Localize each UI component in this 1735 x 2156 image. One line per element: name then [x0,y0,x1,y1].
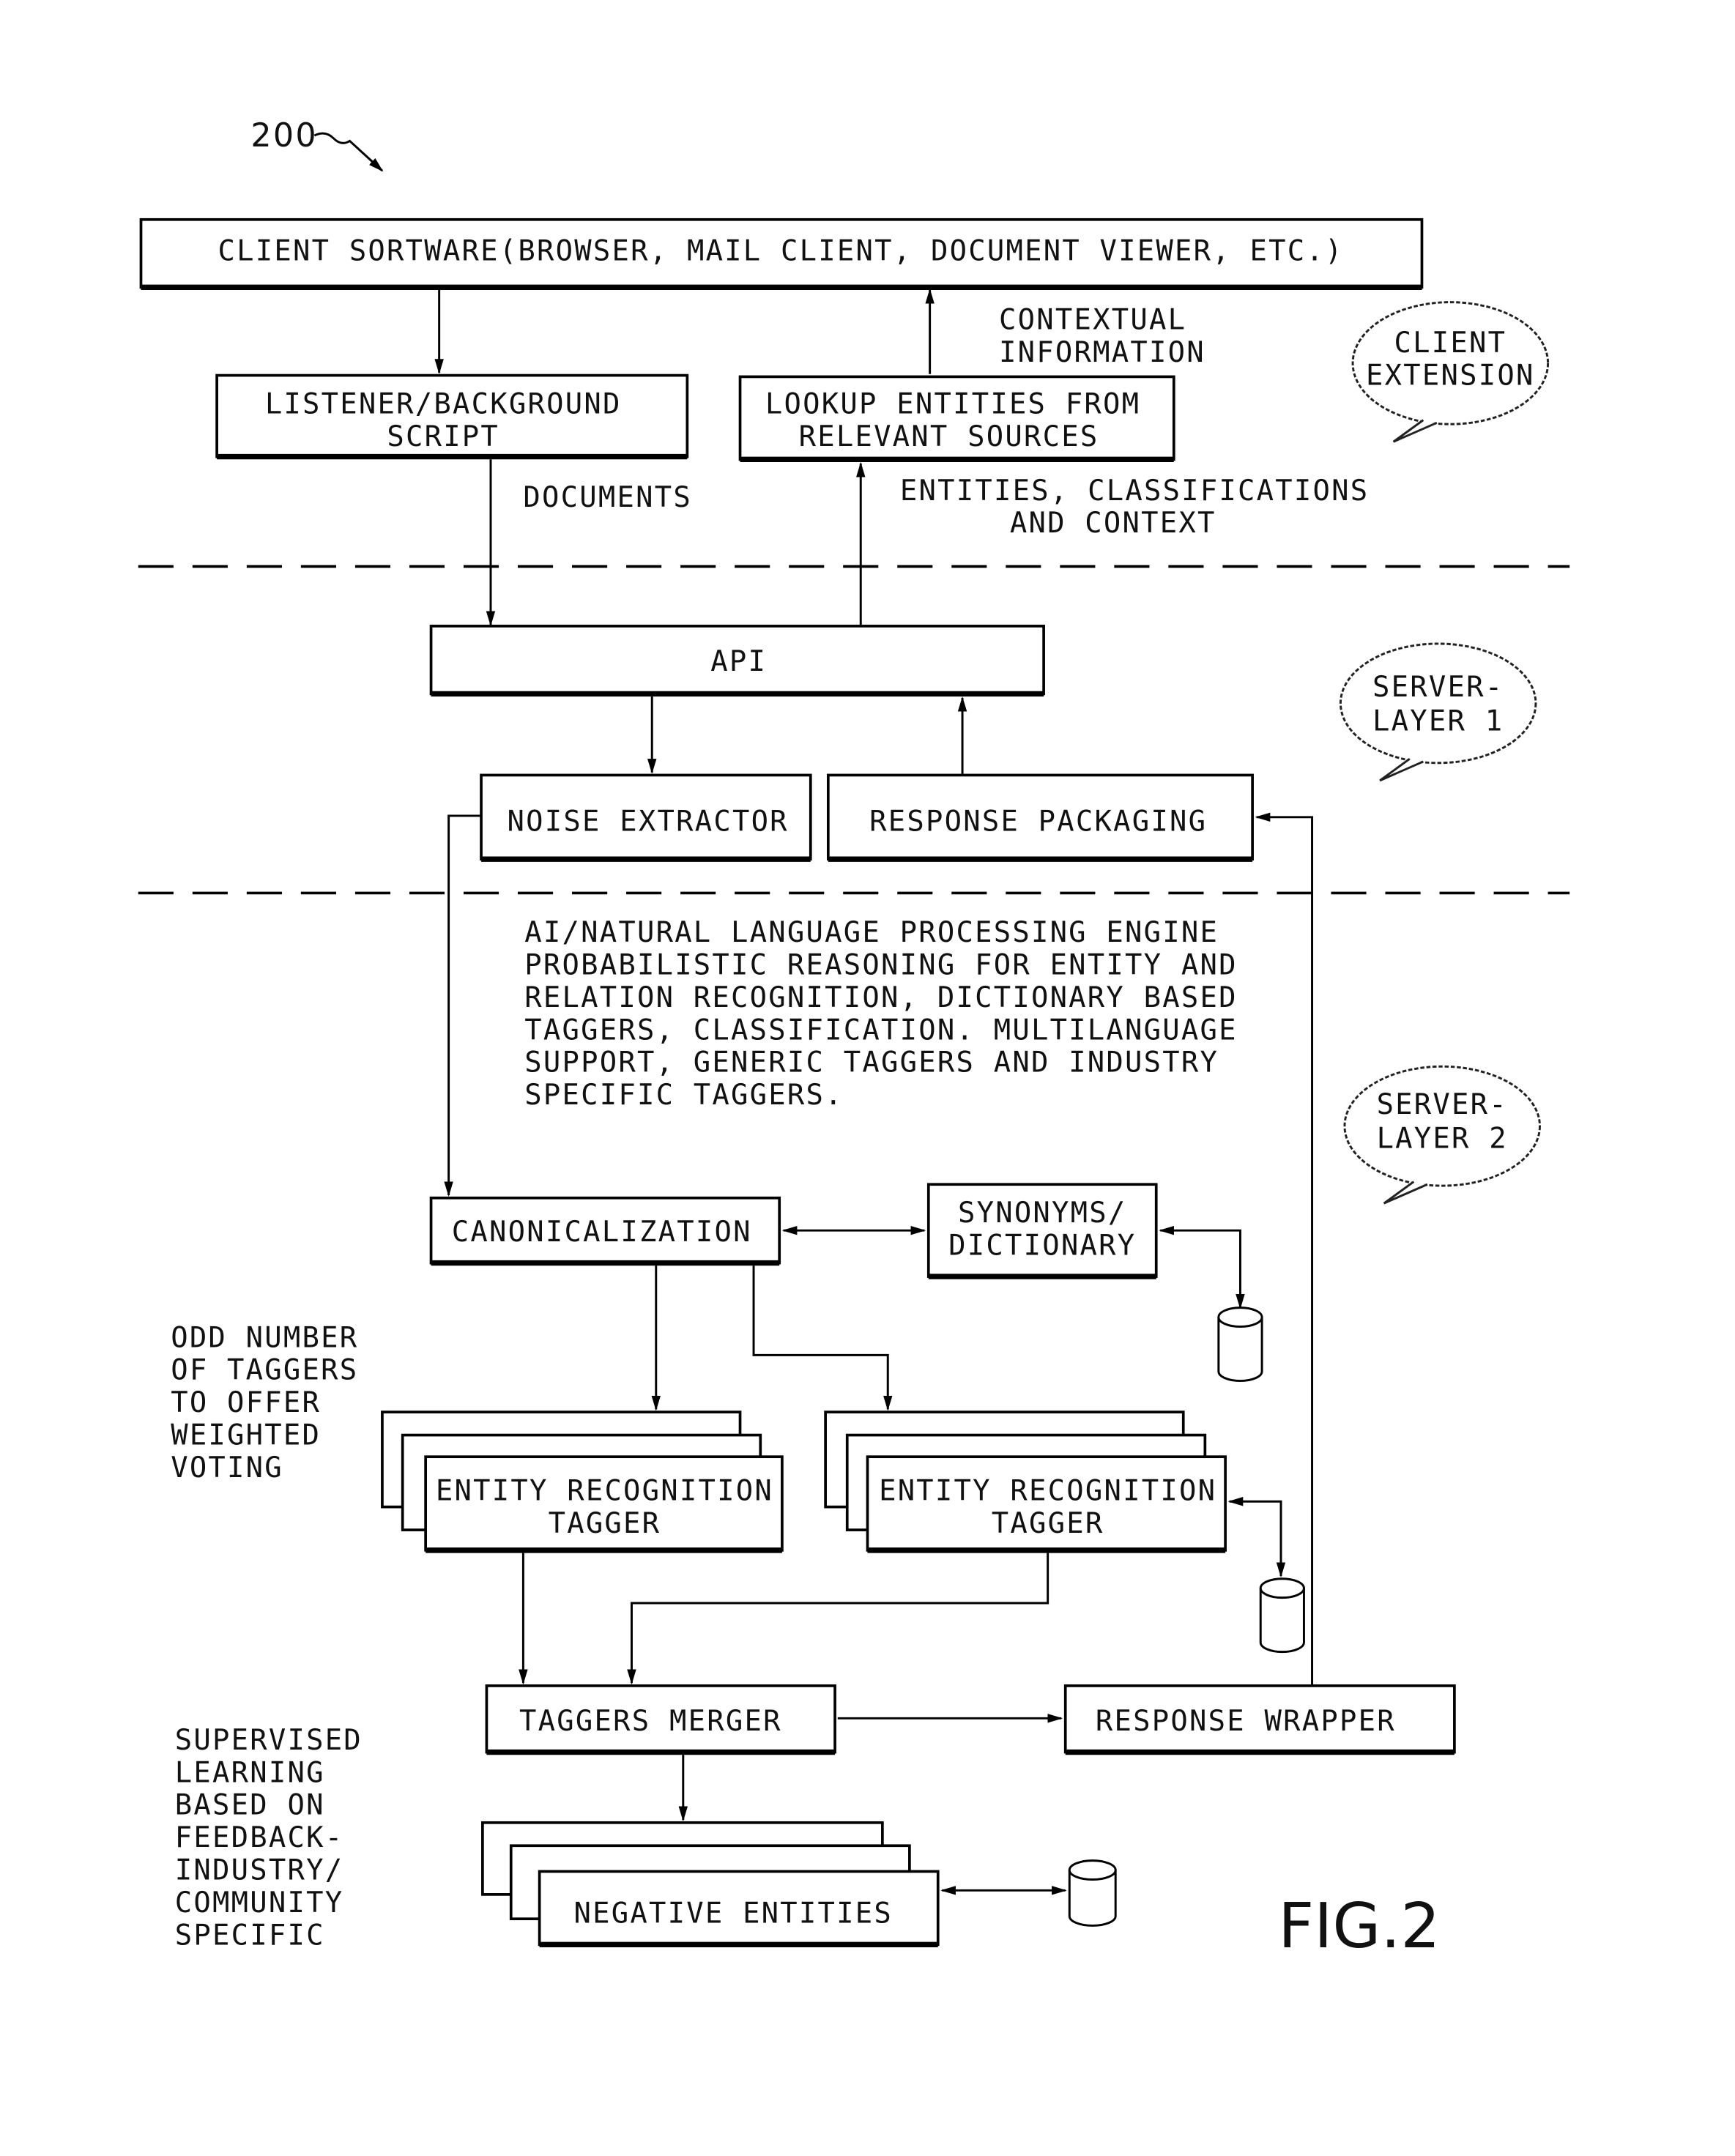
svg-text:LAYER 2: LAYER 2 [1377,1122,1508,1155]
negative-entities-stack[interactable]: NEGATIVE ENTITIES [481,1821,940,1948]
client-software-box[interactable]: CLIENT SORTWARE(BROWSER, MAIL CLIENT, DO… [139,218,1424,290]
supervised-learning-annotation: SUPERVISED LEARNING BASED ON FEEDBACK- I… [175,1724,363,1952]
database-icon [1259,1577,1305,1654]
svg-text:SUPPORT, GENERIC TAGGERS AN: SUPPORT, GENERIC TAGGERS AND INDUSTRY [524,1047,1219,1079]
svg-text:API: API [710,645,767,678]
synonyms-dictionary-box[interactable]: SYNONYMS/ DICTIONARY [926,1183,1158,1279]
svg-text:SERVER-: SERVER- [1377,1088,1508,1121]
arrow-noise-to-canonicalization [444,814,482,1197]
svg-text:TO OFFER: TO OFFER [171,1386,321,1419]
svg-text:INDUSTRY/: INDUSTRY/ [175,1854,344,1887]
svg-text:OF TAGGERS: OF TAGGERS [171,1354,358,1387]
svg-text:RELATION RECOGNITION, DICTIO: RELATION RECOGNITION, DICTIONARY BASED [524,981,1238,1014]
lookup-entities-box[interactable]: LOOKUP ENTITIES FROM RELEVANT SOURCES [738,375,1175,462]
svg-text:TAGGERS, CLASSIFICATION. MUL: TAGGERS, CLASSIFICATION. MULTILANGUAGE [524,1014,1238,1047]
odd-number-taggers-annotation: ODD NUMBER OF TAGGERS TO OFFER WEIGHTED … [171,1321,358,1484]
arrow-tagger-database [1227,1497,1286,1578]
database-icon [1217,1306,1263,1383]
arrow-wrapper-to-packaging [1255,812,1314,1686]
response-wrapper-box[interactable]: RESPONSE WRAPPER [1063,1684,1456,1755]
svg-text:LEARNING: LEARNING [175,1756,325,1789]
arrow-right-taggers-to-merger [627,1553,1049,1685]
svg-text:COMMUNITY: COMMUNITY [175,1886,344,1919]
svg-text:FEEDBACK-: FEEDBACK- [175,1821,344,1854]
svg-text:EXTENSION: EXTENSION [1366,360,1535,393]
svg-text:BASED ON: BASED ON [175,1789,325,1822]
svg-text:CANONICALIZATION: CANONICALIZATION [452,1216,752,1249]
svg-text:INFORMATION: INFORMATION [999,336,1205,369]
svg-text:SUPERVISED: SUPERVISED [175,1724,363,1757]
svg-text:RESPONSE WRAPPER: RESPONSE WRAPPER [1096,1705,1396,1738]
svg-text:TAGGER: TAGGER [992,1507,1104,1540]
reference-numeral: 200 [250,117,384,172]
svg-text:RELEVANT SOURCES: RELEVANT SOURCES [799,420,1099,453]
svg-text:TAGGER: TAGGER [549,1507,661,1540]
svg-text:PROBABILISTIC REASONING FOR: PROBABILISTIC REASONING FOR ENTITY AND [524,948,1238,981]
database-icon [1068,1859,1117,1927]
system-architecture-diagram: 200 CLIENT EXTENSION SERVER- LAYER 1 SER… [138,117,1570,1963]
svg-text:DICTIONARY: DICTIONARY [948,1229,1136,1262]
entity-recognition-tagger-stack-left[interactable]: ENTITY RECOGNITION TAGGER [381,1410,784,1553]
server-layer-2-bubble: SERVER- LAYER 2 [1343,1065,1541,1205]
svg-text:NOISE EXTRACTOR: NOISE EXTRACTOR [508,805,789,838]
svg-text:SPECIFIC TAGGERS.: SPECIFIC TAGGERS. [524,1079,844,1112]
svg-text:TAGGERS MERGER: TAGGERS MERGER [519,1705,782,1738]
svg-text:SCRIPT: SCRIPT [387,420,499,453]
svg-text:LISTENER/BACKGROUND: LISTENER/BACKGROUND [265,387,622,420]
svg-text:ENTITIES, CLASSIFICATIONS: ENTITIES, CLASSIFICATIONS [900,475,1369,508]
api-box[interactable]: API [429,625,1045,697]
svg-text:NEGATIVE ENTITIES: NEGATIVE ENTITIES [574,1897,893,1930]
documents-label: DOCUMENTS [523,481,692,514]
taggers-merger-box[interactable]: TAGGERS MERGER [485,1684,836,1755]
svg-text:200: 200 [250,117,317,155]
svg-text:ENTITY RECOGNITION: ENTITY RECOGNITION [879,1474,1216,1507]
arrow-synonyms-database [1159,1225,1245,1309]
figure-label: FIG.2 [1278,1890,1440,1963]
reference-arrow-icon [313,132,384,172]
svg-text:RESPONSE PACKAGING: RESPONSE PACKAGING [869,805,1207,838]
svg-text:SPECIFIC: SPECIFIC [175,1919,325,1952]
listener-background-script-box[interactable]: LISTENER/BACKGROUND SCRIPT [215,373,689,460]
contextual-information-label: CONTEXTUAL INFORMATION [999,304,1205,369]
svg-text:LAYER 1: LAYER 1 [1372,705,1504,737]
svg-text:ENTITY RECOGNITION: ENTITY RECOGNITION [436,1474,773,1507]
svg-text:VOTING: VOTING [171,1451,283,1484]
nlp-engine-description: AI/NATURAL LANGUAGE PROCESSING ENGINE PR… [524,916,1238,1112]
canonicalization-box[interactable]: CANONICALIZATION [429,1196,781,1266]
noise-extractor-box[interactable]: NOISE EXTRACTOR [480,773,812,862]
server-layer-1-bubble: SERVER- LAYER 1 [1339,642,1537,782]
entity-recognition-tagger-stack-right[interactable]: ENTITY RECOGNITION TAGGER [824,1410,1227,1553]
svg-text:CONTEXTUAL: CONTEXTUAL [999,304,1186,337]
svg-text:CLIENT SORTWARE(BROWSER, MAI: CLIENT SORTWARE(BROWSER, MAIL CLIENT, DO… [218,234,1343,267]
svg-text:AI/NATURAL LANGUAGE PROCESSI: AI/NATURAL LANGUAGE PROCESSING ENGINE [524,916,1219,949]
svg-text:ODD NUMBER: ODD NUMBER [171,1321,358,1354]
svg-text:CLIENT: CLIENT [1394,327,1506,360]
arrow-canonicalization-to-right-taggers [752,1265,893,1411]
entities-classifications-label: ENTITIES, CLASSIFICATIONS AND CONTEXT [900,475,1369,540]
svg-text:SERVER-: SERVER- [1372,671,1504,704]
response-packaging-box[interactable]: RESPONSE PACKAGING [826,773,1254,862]
svg-text:LOOKUP ENTITIES FROM: LOOKUP ENTITIES FROM [765,387,1140,420]
svg-text:SYNONYMS/: SYNONYMS/ [958,1197,1127,1230]
svg-text:AND CONTEXT: AND CONTEXT [1010,507,1216,540]
client-extension-bubble: CLIENT EXTENSION [1351,301,1550,443]
svg-text:WEIGHTED: WEIGHTED [171,1419,321,1452]
